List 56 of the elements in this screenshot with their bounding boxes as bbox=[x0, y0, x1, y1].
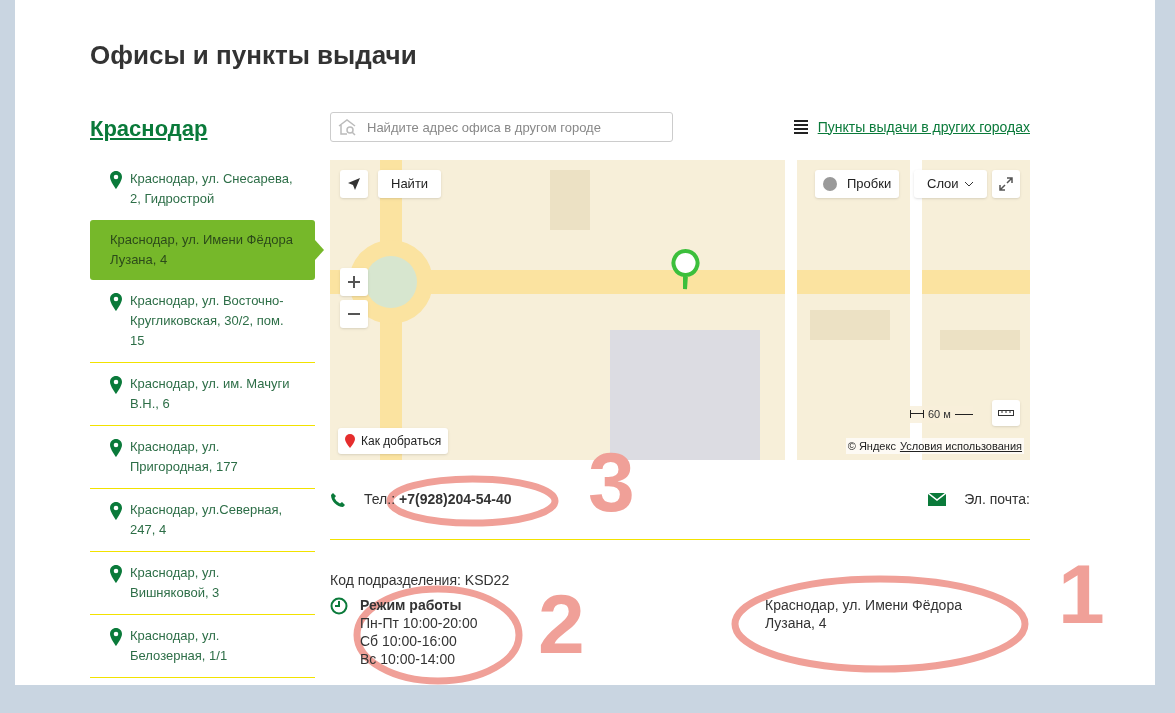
location-pin-icon bbox=[110, 171, 122, 189]
office-list-item[interactable]: Краснодар, ул.Северная, 247, 4 bbox=[90, 489, 315, 552]
expand-icon bbox=[999, 177, 1013, 191]
office-list-item[interactable]: Краснодар, ул. Восточно-Кругликовская, 30/2, пом. 15 bbox=[90, 280, 315, 363]
hours-line: Пн-Пт 10:00-20:00 bbox=[360, 614, 478, 632]
layers-button[interactable]: Слои bbox=[914, 170, 987, 198]
ruler-icon bbox=[998, 410, 1014, 416]
location-pin-icon bbox=[110, 628, 122, 646]
hours-line: Сб 10:00-16:00 bbox=[360, 632, 458, 650]
phone-number: +7(928)204-54-40 bbox=[399, 490, 512, 509]
office-list-item[interactable]: Краснодар, ул. Белозерная, 1/1 bbox=[90, 615, 315, 678]
minus-icon bbox=[348, 313, 360, 315]
location-pin-icon bbox=[110, 439, 122, 457]
search-field[interactable]: Найдите адрес офиса в другом городе bbox=[330, 112, 673, 142]
locate-button[interactable] bbox=[340, 170, 368, 198]
navigation-arrow-icon bbox=[347, 177, 361, 191]
phone-label: Тел.: bbox=[364, 490, 396, 509]
traffic-icon bbox=[823, 177, 837, 191]
fullscreen-button[interactable] bbox=[992, 170, 1020, 198]
zoom-in-button[interactable] bbox=[340, 268, 368, 296]
office-list-item[interactable]: Краснодар, ул. Пригородная, 177 bbox=[90, 426, 315, 489]
location-pin-icon bbox=[110, 565, 122, 583]
annotation-number: 2 bbox=[538, 582, 585, 666]
ruler-button[interactable] bbox=[992, 400, 1020, 426]
terms-link[interactable]: Условия использования bbox=[899, 437, 1022, 454]
plus-icon bbox=[348, 276, 360, 288]
chevron-down-icon bbox=[963, 181, 974, 187]
phone-icon bbox=[330, 491, 346, 508]
location-pin-icon bbox=[345, 434, 355, 448]
page-title: Офисы и пункты выдачи bbox=[90, 39, 418, 72]
office-list-item[interactable]: Краснодар, ул. им. Мачуги В.Н., 6 bbox=[90, 363, 315, 426]
office-address: Краснодар, ул. Имени Фёдора Лузана, 4 bbox=[765, 596, 963, 632]
route-button[interactable]: Как добраться bbox=[338, 428, 449, 454]
department-code: Код подразделения: KSD22 bbox=[330, 571, 511, 590]
location-pin-icon bbox=[110, 376, 122, 394]
office-list-item[interactable]: Краснодар, ул. Вишняковой, 3 bbox=[90, 552, 315, 615]
email-label: Эл. почта: bbox=[964, 490, 1030, 509]
city-link[interactable]: Краснодар bbox=[90, 114, 208, 144]
list-icon bbox=[793, 120, 808, 134]
hours-title: Режим работы bbox=[360, 596, 463, 614]
scale-label: 60 м bbox=[928, 407, 951, 422]
other-cities-link[interactable]: Пункты выдачи в других городах bbox=[817, 116, 1030, 138]
location-pin-icon bbox=[110, 502, 122, 520]
zoom-out-button[interactable] bbox=[340, 300, 368, 328]
annotation-number: 1 bbox=[1058, 552, 1105, 636]
office-list-item[interactable]: Краснодар, ул. Снесарева, 2, Гидрострой bbox=[90, 158, 315, 220]
clock-icon bbox=[330, 597, 348, 615]
annotation-number: 3 bbox=[588, 440, 635, 524]
location-pin-icon bbox=[110, 293, 122, 311]
find-button[interactable]: Найти bbox=[378, 170, 442, 198]
house-search-icon bbox=[337, 118, 357, 136]
traffic-button[interactable]: Пробки bbox=[815, 170, 900, 198]
office-list-item[interactable]: Краснодар, ул. Имени Фёдора Лузана, 4 bbox=[90, 220, 315, 280]
hours-line: Вс 10:00-14:00 bbox=[360, 650, 456, 668]
copyright-text: © Яндекс bbox=[847, 438, 896, 454]
envelope-icon bbox=[928, 493, 947, 506]
